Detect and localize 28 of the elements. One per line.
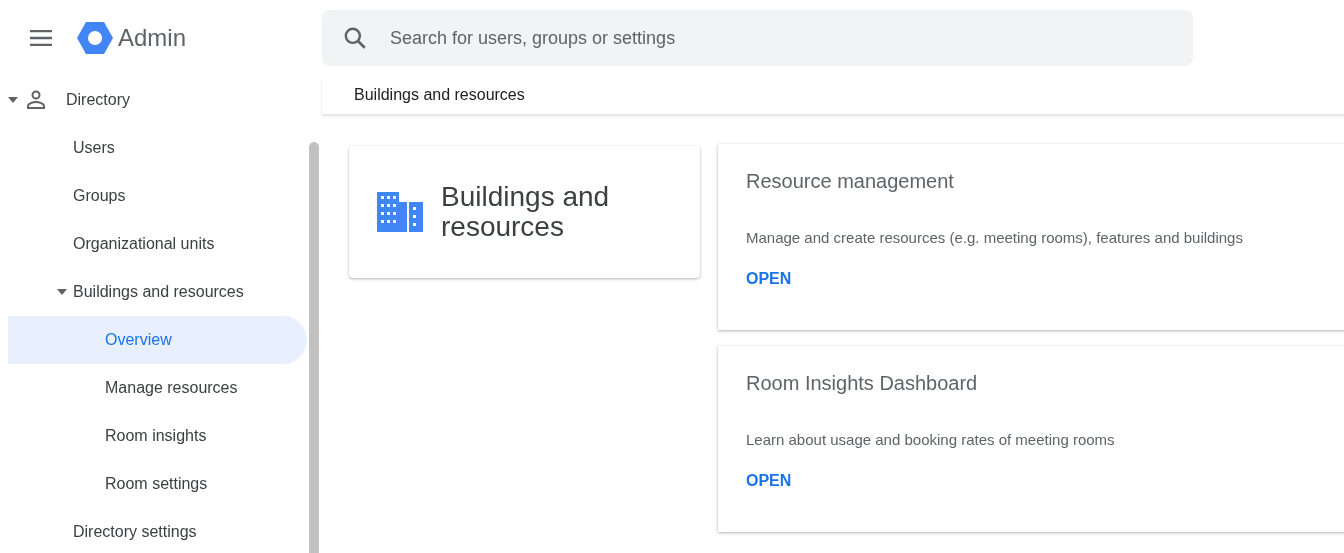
caret-icon: [57, 289, 67, 295]
sidebar-item[interactable]: Buildings and resources: [8, 268, 307, 316]
card-title: Room Insights Dashboard: [746, 372, 978, 395]
sidebar-item[interactable]: Groups: [8, 172, 307, 220]
scrollbar[interactable]: [309, 142, 319, 553]
sidebar-item[interactable]: Organizational units: [8, 220, 307, 268]
breadcrumb: Buildings and resources: [322, 76, 1344, 114]
card-description: Learn about usage and booking rates of meeting rooms: [746, 431, 1115, 448]
open-button[interactable]: OPEN: [746, 472, 792, 490]
open-button[interactable]: OPEN: [746, 270, 792, 288]
caret-icon: [8, 97, 18, 103]
search-field[interactable]: Search for users, groups or settings: [322, 10, 1193, 66]
sidebar-item[interactable]: Directory: [8, 76, 307, 124]
card-title: Resource management: [746, 170, 954, 193]
product-name: Admin: [118, 24, 187, 52]
search-icon: [342, 25, 368, 51]
sidebar-item[interactable]: Room insights: [8, 412, 307, 460]
menu-icon[interactable]: [30, 30, 52, 46]
card-description: Manage and create resources (e.g. meeting rooms), features and buildings: [746, 229, 1243, 246]
hexagon-logo-icon: [76, 20, 114, 56]
sidebar-item[interactable]: Manage resources: [8, 364, 307, 412]
card-title: Buildings and resources: [441, 182, 611, 242]
sidebar-item[interactable]: Room settings: [8, 460, 307, 508]
person-icon: [24, 88, 48, 112]
building-icon: [377, 192, 423, 232]
sidebar-item[interactable]: Directory settings: [8, 508, 307, 553]
sidebar-item[interactable]: Overview: [8, 316, 307, 364]
sidebar-item[interactable]: Users: [8, 124, 307, 172]
